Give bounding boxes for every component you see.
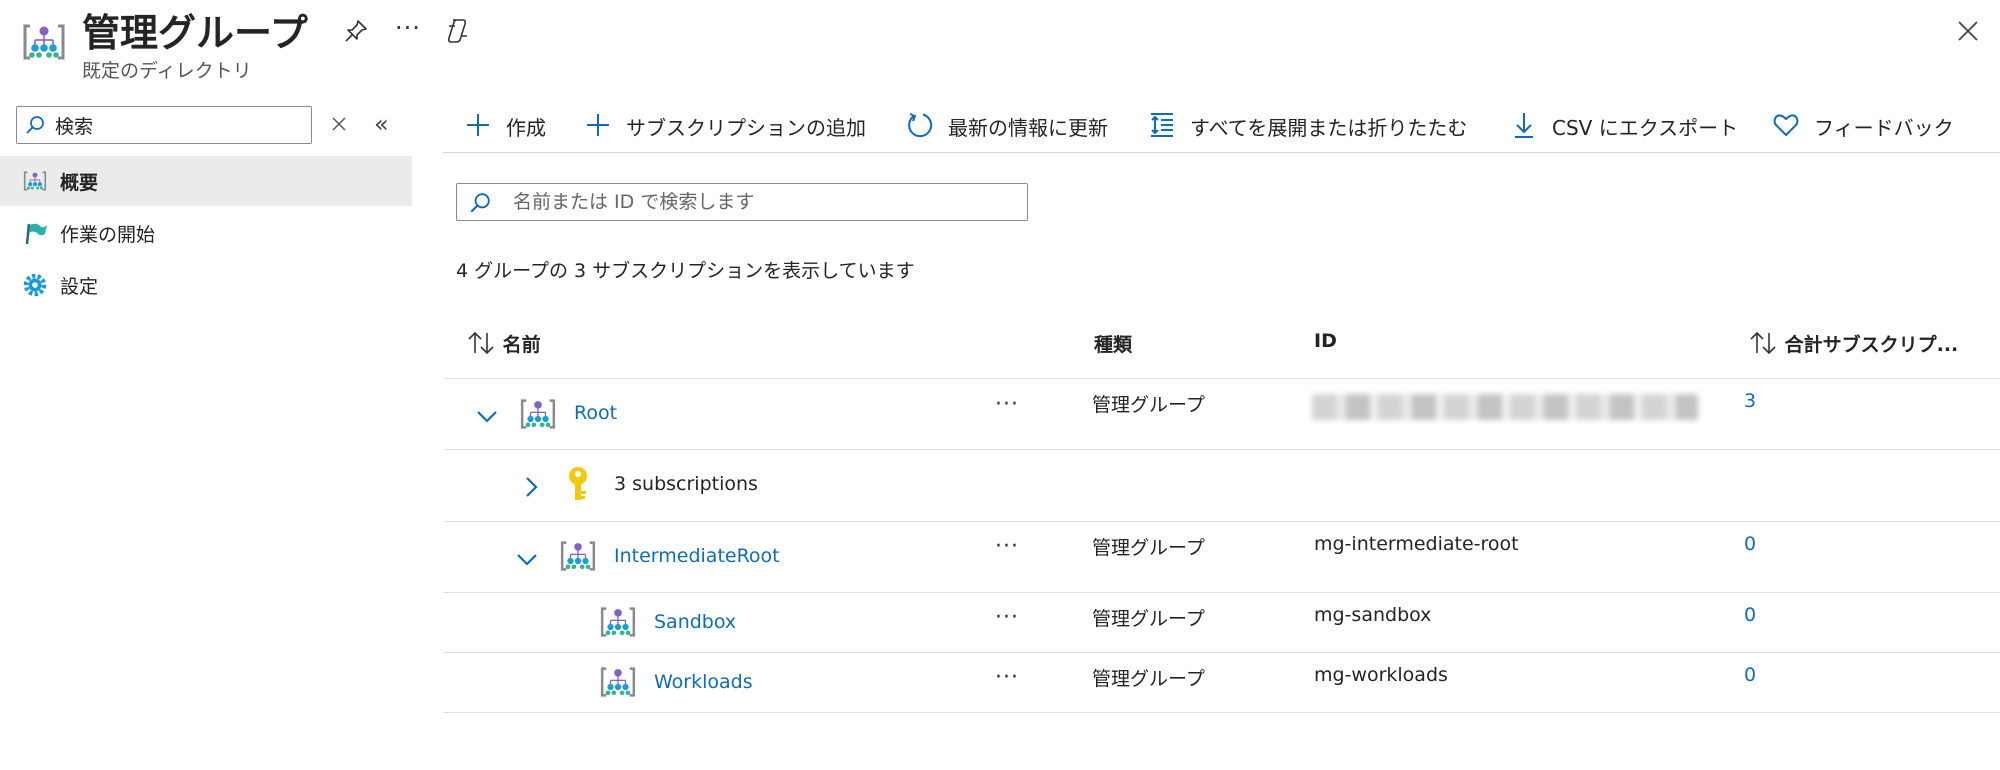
row-type: 管理グループ: [1092, 668, 1205, 690]
expand-collapse-all-button[interactable]: すべてを展開または折りたたむ: [1148, 108, 1488, 144]
row-name-intermediateroot[interactable]: IntermediateRoot: [614, 545, 780, 567]
row-name-root[interactable]: Root: [574, 402, 617, 424]
row-type: 管理グループ: [1092, 394, 1205, 416]
expand-collapse-icon: [1151, 113, 1173, 137]
toolbar-divider: [443, 152, 2000, 153]
row-divider: [443, 378, 2000, 379]
collapse-sidebar-icon[interactable]: «: [374, 110, 389, 138]
more-options-icon[interactable]: ···: [395, 14, 421, 42]
refresh-icon: [908, 113, 933, 138]
close-icon[interactable]: [1955, 18, 1981, 44]
clear-search-icon[interactable]: [328, 113, 350, 135]
settings-gear-icon: [23, 273, 47, 297]
management-group-icon: [22, 168, 48, 194]
sidebar-item-overview[interactable]: 概要: [0, 156, 412, 206]
row-id: mg-sandbox: [1314, 604, 1432, 626]
management-group-icon: [518, 394, 558, 434]
management-group-icon: [558, 536, 598, 576]
column-header-type[interactable]: 種類: [1094, 330, 1132, 357]
management-group-icon: [598, 602, 638, 642]
sort-icon: [468, 331, 494, 355]
filter-box[interactable]: [456, 183, 1028, 221]
row-more-icon[interactable]: ···: [995, 605, 1019, 630]
page-title: 管理グループ: [82, 11, 308, 55]
row-subscriptions-label[interactable]: 3 subscriptions: [614, 473, 758, 495]
feedback-button[interactable]: フィードバック: [1772, 108, 1972, 144]
column-header-id[interactable]: ID: [1314, 330, 1337, 352]
row-more-icon[interactable]: ···: [995, 534, 1019, 559]
add-subscription-button[interactable]: サブスクリプションの追加: [584, 108, 884, 144]
search-icon: [25, 115, 45, 135]
plus-icon: [467, 114, 489, 136]
row-name-sandbox[interactable]: Sandbox: [654, 611, 736, 633]
chevron-right-icon[interactable]: [518, 474, 544, 500]
row-type: 管理グループ: [1092, 537, 1205, 559]
row-divider: [443, 592, 2000, 593]
management-group-icon: [598, 662, 638, 702]
chevron-down-icon[interactable]: [514, 546, 540, 572]
row-total-link[interactable]: 3: [1744, 390, 1756, 412]
quickstart-flag-icon: [25, 223, 47, 245]
row-id: mg-workloads: [1314, 664, 1448, 686]
sort-icon: [1750, 331, 1776, 355]
subscription-key-icon: [569, 467, 587, 500]
refresh-button[interactable]: 最新の情報に更新: [906, 108, 1126, 144]
row-more-icon[interactable]: ···: [995, 392, 1019, 417]
chevron-down-icon[interactable]: [474, 403, 500, 429]
sidebar-search-input[interactable]: [55, 110, 305, 140]
row-divider: [443, 521, 2000, 522]
row-id: mg-intermediate-root: [1314, 533, 1519, 555]
copilot-icon[interactable]: [443, 16, 473, 46]
row-total-link[interactable]: 0: [1744, 533, 1756, 555]
row-more-icon[interactable]: ···: [995, 665, 1019, 690]
sidebar-search-box[interactable]: [16, 106, 312, 144]
row-name-workloads[interactable]: Workloads: [654, 671, 753, 693]
search-icon: [469, 192, 491, 214]
filter-input[interactable]: [513, 187, 1013, 217]
row-type: 管理グループ: [1092, 608, 1205, 630]
pin-icon[interactable]: [343, 18, 369, 44]
sidebar-item-settings[interactable]: 設定: [0, 260, 412, 310]
column-header-name[interactable]: 名前: [466, 330, 541, 357]
management-group-icon: [20, 18, 68, 66]
download-icon: [1515, 113, 1533, 138]
row-divider: [443, 652, 2000, 653]
sidebar-item-label: 概要: [60, 172, 99, 194]
create-button[interactable]: 作成: [464, 108, 564, 144]
sidebar-item-label: 設定: [60, 276, 99, 298]
sidebar-item-label: 作業の開始: [60, 224, 156, 246]
sidebar-item-quickstart[interactable]: 作業の開始: [0, 208, 412, 258]
heart-icon: [1773, 114, 1799, 136]
row-divider: [443, 712, 2000, 713]
row-divider: [443, 449, 2000, 450]
redacted-id: [1312, 394, 1698, 420]
summary-text: 4 グループの 3 サブスクリプションを表示しています: [456, 260, 915, 282]
row-total-link[interactable]: 0: [1744, 664, 1756, 686]
column-header-total-subscriptions[interactable]: 合計サブスクリプ...: [1748, 330, 1958, 357]
page-subtitle: 既定のディレクトリ: [82, 60, 252, 82]
row-total-link[interactable]: 0: [1744, 604, 1756, 626]
plus-icon: [587, 114, 609, 136]
export-csv-button[interactable]: CSV にエクスポート: [1510, 108, 1750, 144]
